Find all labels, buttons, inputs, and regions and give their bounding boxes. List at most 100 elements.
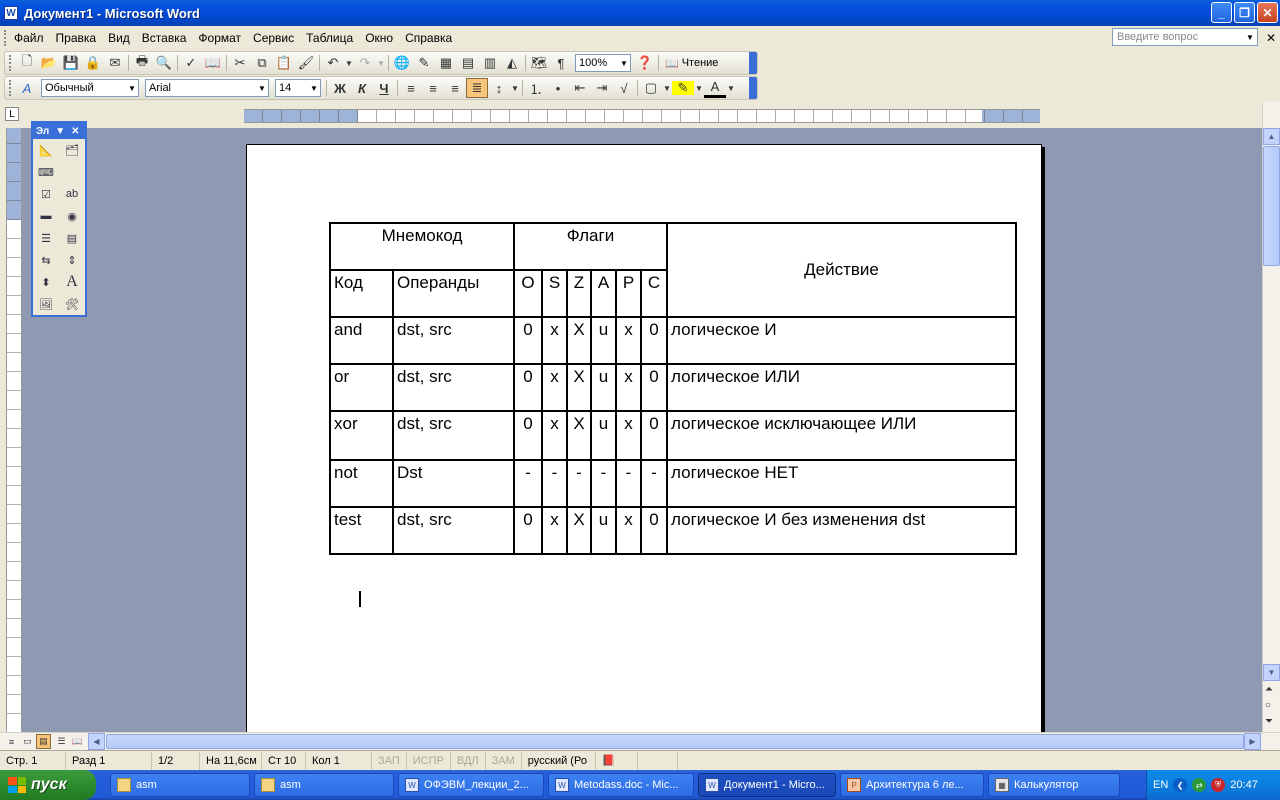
forms-toolbar-header[interactable]: Эл ▼ ✕ — [33, 123, 85, 139]
scroll-up-icon[interactable]: ▲ — [1263, 128, 1280, 145]
align-right-icon[interactable]: ≡ — [444, 78, 466, 98]
print-icon[interactable]: 🖶 — [131, 53, 153, 73]
undo-dropdown-icon[interactable]: ▼ — [344, 53, 354, 73]
cut-icon[interactable]: ✂ — [229, 53, 251, 73]
instruction-table[interactable]: Мнемокод Флаги Действие Код Операнды O S… — [329, 222, 1017, 555]
bold-button[interactable]: Ж — [329, 78, 351, 98]
status-overtype[interactable]: ЗАМ — [486, 751, 522, 770]
numbering-icon[interactable]: ⒈ — [525, 78, 547, 98]
help-icon[interactable]: ❓ — [634, 53, 656, 73]
styles-formatting-icon[interactable]: A — [16, 78, 38, 98]
reading-mode-button[interactable]: 📖 Чтение — [661, 57, 722, 70]
zoom-select[interactable]: 100% ▼ — [575, 54, 631, 72]
undo-icon[interactable]: ↶ — [322, 53, 344, 73]
hyperlink-icon[interactable]: 🌐 — [391, 53, 413, 73]
listbox-control-icon[interactable]: ☰ — [36, 229, 56, 247]
line-spacing-icon[interactable]: ↕ — [488, 78, 510, 98]
chevron-down-icon[interactable]: ▼ — [126, 80, 138, 96]
taskbar-item[interactable]: P Архитектура 6 ле... — [840, 773, 984, 797]
close-icon[interactable]: ✕ — [71, 126, 79, 137]
style-select[interactable]: Обычный ▼ — [41, 79, 139, 97]
minimize-button[interactable]: _ — [1211, 2, 1232, 23]
horizontal-scroll-thumb[interactable] — [106, 734, 1244, 749]
status-extend[interactable]: ВДЛ — [451, 751, 486, 770]
chevron-down-icon[interactable]: ▼ — [1243, 29, 1257, 45]
insert-excel-icon[interactable]: ▤ — [457, 53, 479, 73]
font-size-select[interactable]: 14 ▼ — [275, 79, 321, 97]
reading-view-icon[interactable]: 📖 — [70, 734, 85, 749]
new-document-icon[interactable]: 🗋 — [16, 53, 38, 73]
close-button[interactable]: ✕ — [1257, 2, 1278, 23]
language-indicator[interactable]: EN — [1153, 779, 1168, 791]
save-icon[interactable]: 💾 — [60, 53, 82, 73]
align-left-icon[interactable]: ≡ — [400, 78, 422, 98]
toolbar-options-icon[interactable] — [749, 77, 757, 99]
vertical-scrollbar[interactable]: ▲ ▼ ⏶ ○ ⏷ — [1262, 102, 1280, 732]
toolbar-options-icon[interactable] — [749, 52, 757, 74]
horizontal-ruler[interactable] — [244, 109, 1040, 123]
research-icon[interactable]: 📖 — [202, 53, 224, 73]
start-button[interactable]: пуск — [0, 770, 96, 800]
checkbox-control-icon[interactable]: ☑ — [36, 185, 56, 203]
open-folder-icon[interactable]: 📂 — [38, 53, 60, 73]
taskbar-item[interactable]: W Metodass.doc - Mic... — [548, 773, 694, 797]
restore-button[interactable]: ❐ — [1234, 2, 1255, 23]
word-app-icon[interactable]: W — [4, 6, 18, 20]
view-code-icon[interactable]: ⌨ — [36, 163, 56, 181]
scrollbar-control-icon[interactable]: ⬍ — [36, 273, 56, 291]
properties-icon[interactable]: 🗂 — [62, 141, 82, 159]
button-control-icon[interactable]: ▬ — [36, 207, 56, 225]
borders-icon[interactable]: ▢ — [640, 78, 662, 98]
more-controls-icon[interactable]: 🛠 — [62, 295, 82, 313]
radio-control-icon[interactable]: ◉ — [62, 207, 82, 225]
line-spacing-dropdown-icon[interactable]: ▼ — [510, 78, 520, 98]
taskbar-item-active[interactable]: W Документ1 - Micro... — [698, 773, 836, 797]
outline-view-icon[interactable]: ☰ — [54, 734, 69, 749]
permission-icon[interactable]: 🔒 — [82, 53, 104, 73]
antivirus-shield-icon[interactable]: ⛨ — [1211, 778, 1226, 792]
document-page[interactable]: Мнемокод Флаги Действие Код Операнды O S… — [246, 144, 1042, 732]
scroll-right-icon[interactable]: ▶ — [1244, 733, 1261, 750]
increase-indent-icon[interactable]: ⇥ — [591, 78, 613, 98]
drawing-icon[interactable]: ◭ — [501, 53, 523, 73]
highlight-dropdown-icon[interactable]: ▼ — [694, 78, 704, 98]
italic-button[interactable]: К — [351, 78, 373, 98]
tab-selector[interactable]: L — [5, 107, 19, 121]
previous-page-icon[interactable]: ⏶ — [1265, 684, 1273, 695]
tray-expand-icon[interactable]: ❮ — [1173, 778, 1188, 792]
highlight-icon[interactable]: ✎ — [672, 80, 694, 95]
justify-icon[interactable]: ≣ — [466, 78, 488, 98]
font-color-icon[interactable]: A — [704, 78, 726, 98]
status-track-changes[interactable]: ИСПР — [407, 751, 451, 770]
next-page-icon[interactable]: ⏷ — [1265, 716, 1273, 727]
toggle-control-icon[interactable]: ⇆ — [36, 251, 56, 269]
menu-table[interactable]: Таблица — [300, 31, 359, 45]
close-document-icon[interactable]: ✕ — [1266, 31, 1276, 45]
chevron-down-icon[interactable]: ▼ — [256, 80, 268, 96]
menu-edit[interactable]: Правка — [50, 31, 103, 45]
image-control-icon[interactable]: 🖼 — [36, 295, 56, 313]
spelling-icon[interactable]: ✓ — [180, 53, 202, 73]
format-painter-icon[interactable]: 🖌 — [295, 53, 317, 73]
scroll-thumb[interactable] — [1263, 146, 1280, 266]
redo-dropdown-icon[interactable]: ▼ — [376, 53, 386, 73]
tables-borders-icon[interactable]: ✎ — [413, 53, 435, 73]
spelling-status-icon[interactable]: 📕 — [596, 751, 638, 770]
combobox-control-icon[interactable]: ▤ — [62, 229, 82, 247]
menu-file[interactable]: Файл — [8, 31, 50, 45]
menu-format[interactable]: Формат — [192, 31, 247, 45]
spinner-control-icon[interactable]: ⇕ — [62, 251, 82, 269]
font-select[interactable]: Arial ▼ — [145, 79, 269, 97]
toolbar-grip[interactable] — [9, 55, 13, 71]
clock[interactable]: 20:47 — [1230, 779, 1258, 791]
label-control-icon[interactable]: A — [62, 273, 82, 291]
toolbar-grip[interactable] — [9, 80, 13, 96]
columns-icon[interactable]: ▥ — [479, 53, 501, 73]
menu-insert[interactable]: Вставка — [136, 31, 193, 45]
network-icon[interactable]: ⇄ — [1192, 778, 1207, 792]
decrease-indent-icon[interactable]: ⇤ — [569, 78, 591, 98]
bullets-icon[interactable]: • — [547, 78, 569, 98]
print-preview-icon[interactable]: 🔍 — [153, 53, 175, 73]
status-record[interactable]: ЗАП — [372, 751, 407, 770]
menu-window[interactable]: Окно — [359, 31, 399, 45]
